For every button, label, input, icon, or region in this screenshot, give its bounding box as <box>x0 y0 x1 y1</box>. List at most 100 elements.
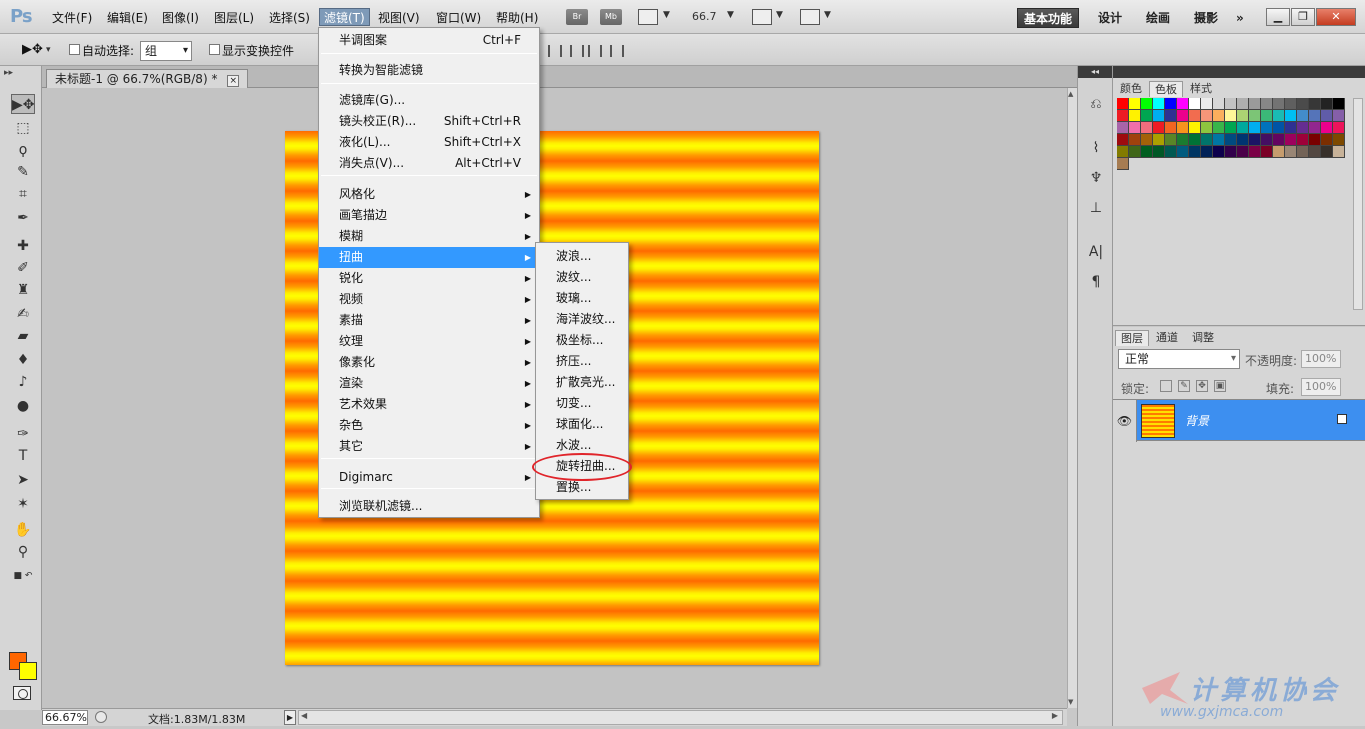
color-swatch[interactable] <box>1225 110 1237 122</box>
minibridge-button[interactable]: Mb <box>600 9 622 25</box>
zoom-level-field[interactable]: 66.7 <box>692 10 717 23</box>
background-color-swatch[interactable] <box>19 662 37 680</box>
scroll-left-icon[interactable]: ◀ <box>301 711 307 720</box>
color-swatch[interactable] <box>1309 134 1321 146</box>
color-swatch[interactable] <box>1309 110 1321 122</box>
lasso-tool-icon[interactable]: ϙ <box>11 140 35 160</box>
color-swatch[interactable] <box>1177 122 1189 134</box>
dodge-tool-icon[interactable]: ♪ <box>11 372 35 392</box>
marquee-tool-icon[interactable]: ⬚ <box>11 118 35 138</box>
tab-channels[interactable]: 通道 <box>1151 330 1183 346</box>
color-swatch[interactable] <box>1309 98 1321 110</box>
color-swatch[interactable] <box>1285 98 1297 110</box>
color-swatch[interactable] <box>1141 110 1153 122</box>
menu-item-stylize[interactable]: 风格化 ▶ <box>319 184 539 205</box>
type-tool-icon[interactable]: T <box>11 446 35 466</box>
color-swatch[interactable] <box>1249 146 1261 158</box>
color-swatch[interactable] <box>1285 146 1297 158</box>
submenu-item-wave[interactable]: 波浪... <box>536 246 628 267</box>
quick-select-tool-icon[interactable]: ✎ <box>11 162 35 182</box>
color-swatch[interactable] <box>1297 110 1309 122</box>
color-swatch[interactable] <box>1117 158 1129 170</box>
color-swatch[interactable] <box>1237 134 1249 146</box>
menu-item-noise[interactable]: 杂色 ▶ <box>319 415 539 436</box>
color-swatch[interactable] <box>1117 134 1129 146</box>
chevron-down-icon[interactable]: ▾ <box>46 45 51 55</box>
color-swatch[interactable] <box>1273 146 1285 158</box>
color-swatch[interactable] <box>1333 98 1345 110</box>
color-swatch[interactable] <box>1189 122 1201 134</box>
color-swatch[interactable] <box>1273 134 1285 146</box>
pen-tool-icon[interactable]: ✑ <box>11 424 35 444</box>
swatches-scrollbar[interactable] <box>1353 98 1363 310</box>
scroll-right-icon[interactable]: ▶ <box>1052 711 1058 720</box>
color-swatch[interactable] <box>1177 146 1189 158</box>
menu-edit[interactable]: 编辑(E) <box>103 9 152 27</box>
menu-item-render[interactable]: 渲染 ▶ <box>319 373 539 394</box>
vertical-scrollbar[interactable]: ▲ ▼ <box>1067 88 1077 708</box>
submenu-item-ripple[interactable]: 波纹... <box>536 267 628 288</box>
color-swatch[interactable] <box>1117 98 1129 110</box>
color-swatch[interactable] <box>1153 146 1165 158</box>
horizontal-scrollbar[interactable]: ◀ ▶ <box>298 710 1063 725</box>
color-swatch[interactable] <box>1285 134 1297 146</box>
menu-item-lens-correction[interactable]: 镜头校正(R)... Shift+Ctrl+R <box>319 111 539 132</box>
color-swatch[interactable] <box>1141 98 1153 110</box>
color-swatch[interactable] <box>1297 122 1309 134</box>
color-swatch[interactable] <box>1189 134 1201 146</box>
paint-bucket-tool-icon[interactable]: ♦ <box>11 350 35 370</box>
menu-layer[interactable]: 图层(L) <box>210 9 258 27</box>
menu-item-vanishing-point[interactable]: 消失点(V)... Alt+Ctrl+V <box>319 153 539 174</box>
menu-item-browse-filters-online[interactable]: 浏览联机滤镜... <box>319 496 539 517</box>
scroll-down-icon[interactable]: ▼ <box>1068 698 1073 706</box>
submenu-item-shear[interactable]: 切变... <box>536 393 628 414</box>
path-select-tool-icon[interactable]: ➤ <box>11 470 35 490</box>
zoom-status-field[interactable]: 66.67% <box>42 710 88 725</box>
menu-help[interactable]: 帮助(H) <box>492 9 542 27</box>
quick-mask-icon[interactable] <box>13 686 31 700</box>
color-swatch[interactable] <box>1249 134 1261 146</box>
color-swatch[interactable] <box>1141 122 1153 134</box>
color-swatch[interactable] <box>1285 110 1297 122</box>
history-panel-icon[interactable]: ⎌ <box>1086 94 1106 114</box>
menu-item-sketch[interactable]: 素描 ▶ <box>319 310 539 331</box>
status-menu-icon[interactable]: ▶ <box>284 710 296 725</box>
color-swatch[interactable] <box>1249 122 1261 134</box>
collapse-icon[interactable]: ▸▸ <box>4 68 13 78</box>
lock-all-icon[interactable]: ▣ <box>1214 380 1226 392</box>
menu-item-brush-strokes[interactable]: 画笔描边 ▶ <box>319 205 539 226</box>
layer-name[interactable]: 背景 <box>1185 412 1209 429</box>
color-swatch[interactable] <box>1213 122 1225 134</box>
distribute-icon[interactable] <box>588 45 602 57</box>
document-tab[interactable]: 未标题-1 @ 66.7%(RGB/8) * × <box>46 69 249 88</box>
tab-color[interactable]: 颜色 <box>1115 81 1147 97</box>
submenu-item-pinch[interactable]: 挤压... <box>536 351 628 372</box>
color-swatch[interactable] <box>1129 134 1141 146</box>
menu-item-video[interactable]: 视频 ▶ <box>319 289 539 310</box>
healing-brush-tool-icon[interactable]: ✚ <box>11 236 35 256</box>
menu-item-other[interactable]: 其它 ▶ <box>319 436 539 457</box>
color-swatch[interactable] <box>1141 134 1153 146</box>
auto-align-icon[interactable] <box>610 45 624 57</box>
align-icon[interactable] <box>548 45 562 57</box>
move-tool-icon[interactable]: ▶✥ <box>22 42 43 57</box>
show-transform-checkbox[interactable] <box>209 44 220 55</box>
chevron-down-icon[interactable]: ▼ <box>824 10 831 20</box>
submenu-item-diffuse-glow[interactable]: 扩散亮光... <box>536 372 628 393</box>
tab-styles[interactable]: 样式 <box>1185 81 1217 97</box>
bridge-button[interactable]: Br <box>566 9 588 25</box>
menu-item-pixelate[interactable]: 像素化 ▶ <box>319 352 539 373</box>
menu-item-texture[interactable]: 纹理 ▶ <box>319 331 539 352</box>
color-swatch[interactable] <box>1153 134 1165 146</box>
color-swatch[interactable] <box>1177 98 1189 110</box>
screen-mode-icon[interactable] <box>800 9 820 25</box>
auto-select-checkbox[interactable] <box>69 44 80 55</box>
color-swatch[interactable] <box>1213 146 1225 158</box>
layer-row[interactable]: 👁 背景 <box>1113 399 1365 442</box>
color-swatch[interactable] <box>1321 146 1333 158</box>
color-swatch[interactable] <box>1117 110 1129 122</box>
menu-item-filter-gallery[interactable]: 滤镜库(G)... <box>319 90 539 111</box>
menu-file[interactable]: 文件(F) <box>48 9 96 27</box>
color-swatch[interactable] <box>1201 98 1213 110</box>
color-swatch[interactable] <box>1225 134 1237 146</box>
